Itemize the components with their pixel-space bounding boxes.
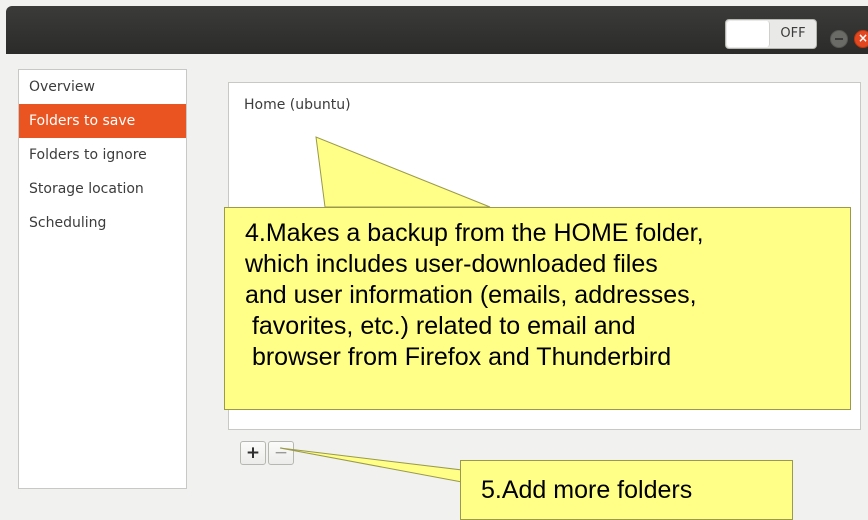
home-folder-annotation: 4.Makes a backup from the HOME folder, w… [224,207,851,410]
add-callout-pointer [279,447,463,483]
sidebar-item-storage-location[interactable]: Storage location [19,172,186,206]
backup-toggle-switch[interactable]: OFF [725,19,817,49]
sidebar-item-scheduling[interactable]: Scheduling [19,206,186,240]
sidebar-item-overview[interactable]: Overview [19,70,186,104]
minimize-icon[interactable] [830,30,848,48]
sidebar-item-folders-to-ignore[interactable]: Folders to ignore [19,138,186,172]
sidebar: Overview Folders to save Folders to igno… [18,69,187,489]
close-icon[interactable]: × [854,30,868,48]
remove-folder-button[interactable]: − [268,441,294,465]
sidebar-item-folders-to-save[interactable]: Folders to save [19,104,186,138]
toggle-state-label: OFF [780,26,806,41]
toggle-knob[interactable] [727,21,770,47]
folder-list-item-home[interactable]: Home (ubuntu) [244,97,351,113]
add-folder-button[interactable]: + [240,441,266,465]
add-folders-annotation: 5.Add more folders [460,460,793,520]
title-bar: OFF × [6,6,868,54]
